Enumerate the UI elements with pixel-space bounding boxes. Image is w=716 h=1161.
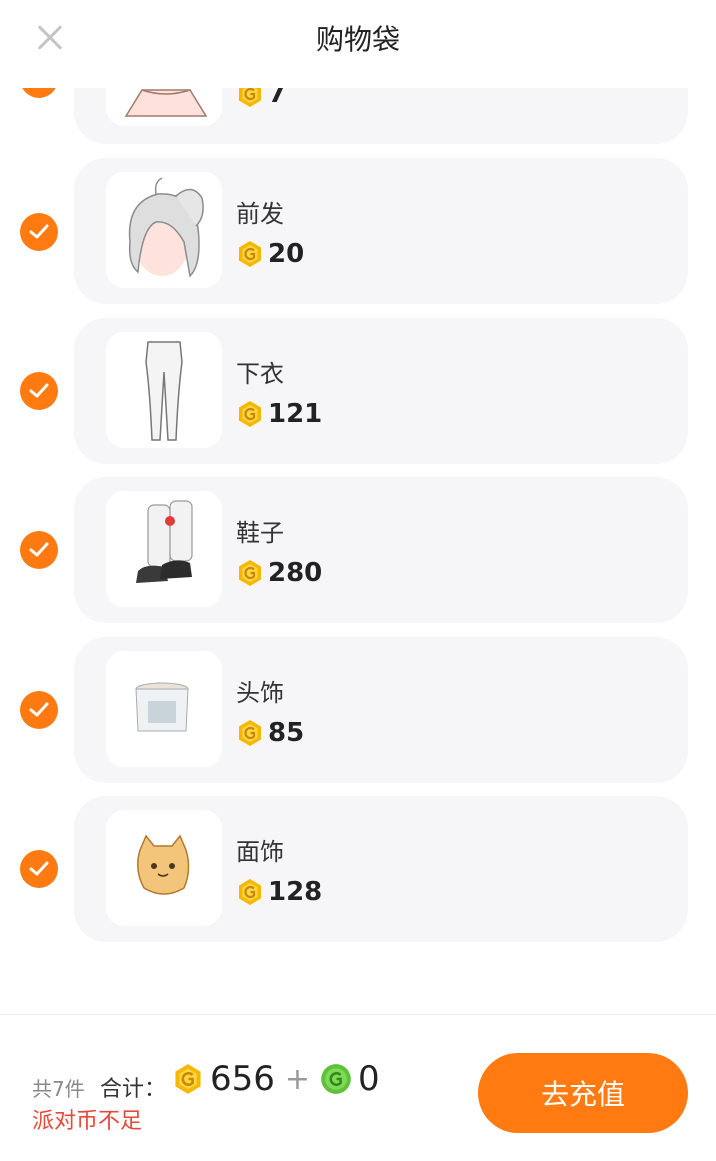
- checkmark-icon: [29, 702, 49, 717]
- checkmark-icon: [29, 383, 49, 398]
- checkmark-icon: [29, 542, 49, 557]
- item-checkbox[interactable]: [20, 213, 58, 251]
- item-name: 头饰: [236, 679, 284, 707]
- item-thumbnail: [106, 651, 222, 767]
- checkmark-icon: [29, 224, 49, 239]
- header: 购物袋: [0, 0, 716, 88]
- item-price-value: 85: [268, 718, 305, 748]
- item-price: 20: [236, 238, 304, 270]
- total-label: 合计：: [100, 1077, 167, 1102]
- item-name: 鞋子: [236, 519, 284, 547]
- gold-coin-icon: [239, 401, 261, 427]
- item-name: 面饰: [236, 838, 284, 866]
- item-name: 前发: [236, 200, 284, 228]
- cart-item[interactable]: 面饰 128: [74, 796, 688, 942]
- recharge-button[interactable]: 去充值: [478, 1053, 688, 1133]
- item-thumbnail: [106, 810, 222, 926]
- gold-coin-icon: [239, 720, 261, 746]
- item-price-value: 20: [268, 239, 305, 269]
- checkmark-icon: [29, 861, 49, 876]
- item-thumbnail: [106, 172, 222, 288]
- gold-coin-icon: [239, 560, 261, 586]
- item-thumbnail: [106, 491, 222, 607]
- item-checkbox[interactable]: [20, 372, 58, 410]
- cart-item[interactable]: 前发 20: [74, 158, 688, 304]
- item-checkbox[interactable]: [20, 691, 58, 729]
- cart-list[interactable]: 7 前发 20 下衣 121 鞋子 280 头饰 85 面饰 128: [0, 0, 716, 1010]
- gold-coin-icon: [175, 1064, 201, 1094]
- item-price: 85: [236, 717, 304, 749]
- gold-coin-icon: [239, 241, 261, 267]
- gold-total: 656: [210, 1059, 275, 1099]
- item-price: 121: [236, 398, 322, 430]
- item-thumbnail: [106, 332, 222, 448]
- item-count: 共7件: [32, 1077, 85, 1101]
- item-checkbox[interactable]: [20, 850, 58, 888]
- item-checkbox[interactable]: [20, 531, 58, 569]
- item-price-value: 128: [268, 877, 323, 907]
- cart-item[interactable]: 下衣 121: [74, 318, 688, 464]
- cart-item[interactable]: 头饰 85: [74, 637, 688, 783]
- page-title: 购物袋: [315, 23, 400, 56]
- item-price-value: 280: [268, 558, 323, 588]
- item-price-value: 121: [268, 399, 323, 429]
- item-price: 128: [236, 876, 322, 908]
- green-coin-icon: [321, 1064, 351, 1094]
- gold-coin-icon: [239, 879, 261, 905]
- item-price: 280: [236, 557, 322, 589]
- plus-sign: +: [284, 1061, 311, 1097]
- cart-item[interactable]: 鞋子 280: [74, 477, 688, 623]
- insufficient-balance-warning: 派对币不足: [32, 1109, 143, 1134]
- item-name: 下衣: [236, 360, 284, 388]
- checkout-bar: 共7件 合计： 656 + 0 派对币不足 去充值: [0, 1014, 716, 1161]
- green-total: 0: [358, 1059, 380, 1099]
- total-amount: 656 + 0: [172, 1059, 390, 1099]
